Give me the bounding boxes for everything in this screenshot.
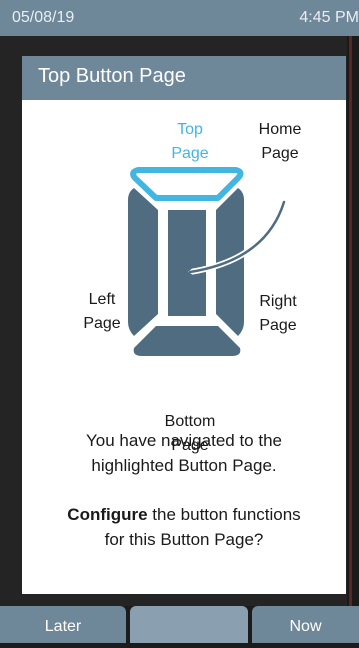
status-bar: 05/08/19 4:45 PM [0,0,359,36]
status-time: 4:45 PM [299,9,359,26]
dialog-title-bar: Top Button Page [22,56,346,100]
dialog-title: Top Button Page [38,65,186,87]
button-page-dialog: Top Button Page Top Page Home Page Left … [22,56,346,594]
later-button[interactable]: Later [0,606,126,643]
middle-softkey[interactable] [130,606,248,643]
configure-question: Configure the button functions for this … [67,505,301,549]
left-page-segment[interactable] [128,188,158,336]
softkey-bar: Later Now [0,606,359,643]
home-page-segment[interactable] [168,210,206,316]
configure-emphasis: Configure [67,505,148,524]
background-edge [347,36,359,606]
top-page-segment[interactable] [130,167,244,201]
button-diagram-graphic [128,167,287,356]
status-date: 05/08/19 [12,9,75,26]
button-page-diagram: Top Page Home Page Left Page Right Page … [22,100,346,454]
now-button[interactable]: Now [252,606,359,643]
navigation-message: You have navigated to the highlighted Bu… [86,431,282,475]
bottom-page-segment[interactable] [133,326,241,356]
